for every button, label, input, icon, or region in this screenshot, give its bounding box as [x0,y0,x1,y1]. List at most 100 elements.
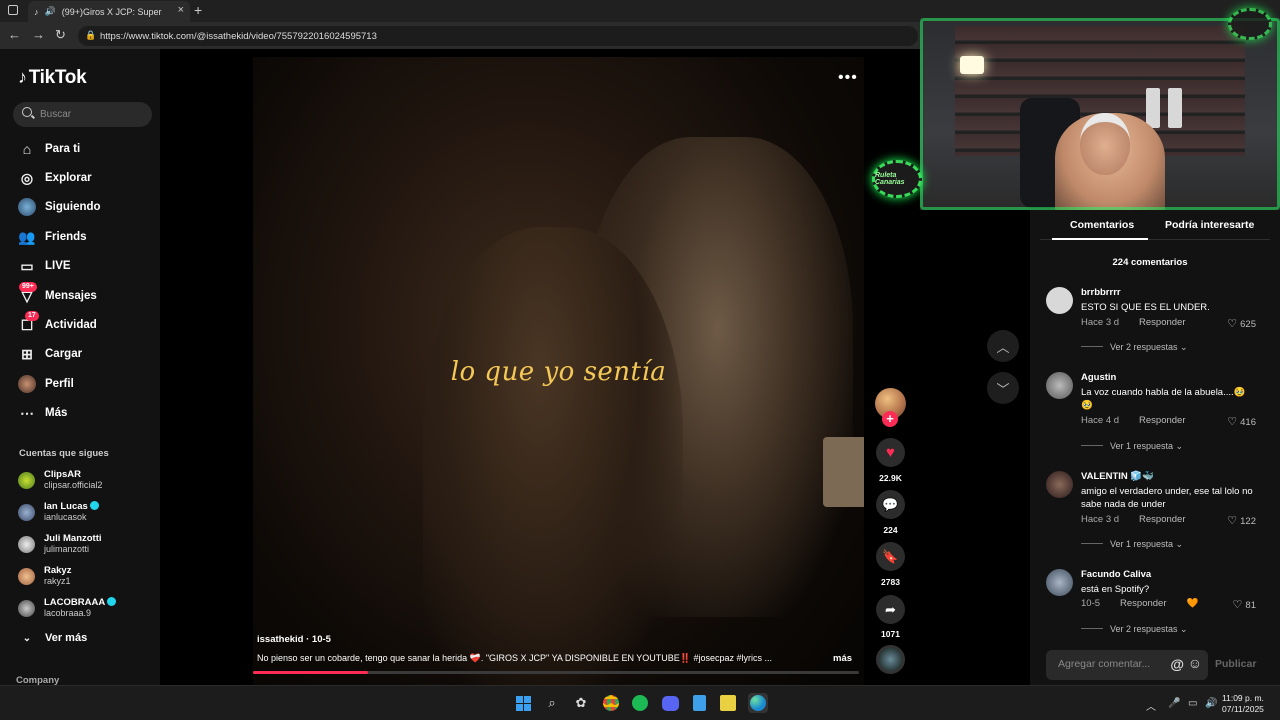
notepad-icon[interactable] [689,693,709,713]
comment-user[interactable]: Facundo Caliva [1081,569,1151,580]
avatar[interactable] [1046,287,1073,314]
avatar[interactable] [1046,471,1073,498]
back-icon[interactable]: ← [8,27,21,42]
windows-start-icon[interactable] [513,693,533,713]
comment-time: 10-5 [1081,598,1101,609]
edge-icon[interactable] [748,693,768,713]
mention-icon[interactable]: @ [1170,656,1184,672]
spotify-icon[interactable] [630,693,650,713]
lock-icon: 🔒 [85,30,97,40]
nav-friends[interactable]: 👥 Friends [18,227,86,247]
discord-icon[interactable] [660,693,680,713]
save-button[interactable]: 🔖 [876,542,905,571]
nav-siguiendo[interactable]: Siguiendo [18,197,101,217]
browser-tab[interactable]: ♪ 🔊 (99+)Giros X JCP: Superando × [28,1,190,22]
following-avatar [18,198,36,216]
comment-user[interactable]: VALENTIN 🧊🐳 [1081,471,1154,482]
address-input[interactable]: 🔒 https://www.tiktok.com/@issathekid/vid… [78,26,918,46]
copilot-icon[interactable]: ✿ [571,693,591,713]
avatar[interactable] [1046,372,1073,399]
following-item[interactable]: LACOBRAAA lacobraaa.9 [18,597,117,619]
view-replies-button[interactable]: Ver 1 respuesta ⌄ [1081,441,1183,452]
next-video-button[interactable]: ﹀ [987,372,1019,404]
following-name: Juli Manzotti [44,533,102,544]
network-icon[interactable]: ▭ [1188,698,1197,709]
view-replies-label: Ver 1 respuesta [1110,539,1174,549]
speaker-icon[interactable]: 🔊 [45,6,56,17]
reply-button[interactable]: Responder [1139,514,1185,525]
new-tab-button[interactable]: + [194,2,202,18]
nav-cargar[interactable]: ⊞ Cargar [18,344,82,364]
following-item[interactable]: Ian Lucas ianlucasok [18,501,99,523]
video-author-line[interactable]: issathekid · 10-5 [257,634,331,645]
comment-input[interactable]: Agregar comentar... @ ☺ [1046,650,1208,680]
nav-actividad[interactable]: ☐ 17 Actividad [18,311,97,335]
poker-chip-decor [1228,8,1272,40]
reload-icon[interactable]: ↻ [55,27,66,43]
avatar [18,503,35,521]
nav-perfil[interactable]: Perfil [18,374,74,394]
comment-like-button[interactable]: ♡ 81 [1233,598,1256,611]
avatar[interactable] [1046,569,1073,596]
search-input[interactable]: Buscar [13,102,152,127]
close-tab-icon[interactable]: × [178,4,184,16]
see-more-button[interactable]: ⌄ Ver más [18,628,87,648]
follow-plus-icon[interactable]: + [882,411,898,427]
show-hidden-icons[interactable]: ︿ [1146,698,1156,713]
search-icon[interactable]: ⌕ [542,693,562,713]
nav-explorar[interactable]: ◎ Explorar [18,168,92,188]
comment-button[interactable]: 💬 [876,490,905,519]
publish-button[interactable]: Publicar [1215,658,1256,670]
comment-like-button[interactable]: ♡ 416 [1227,415,1256,428]
following-item[interactable]: Rakyz rakyz1 [18,565,71,587]
volume-icon[interactable]: 🔊 [1205,698,1217,709]
previous-video-button[interactable]: ︿ [987,330,1019,362]
nav-live[interactable]: ▭ LIVE [18,256,70,276]
share-button[interactable]: ➦ [876,595,905,624]
chrome-icon[interactable] [601,693,621,713]
video-progress-bar[interactable] [253,671,859,674]
url-text: https://www.tiktok.com/@issathekid/video… [100,31,377,42]
view-replies-button[interactable]: Ver 2 respuestas ⌄ [1081,624,1188,635]
nav-label: Siguiendo [45,201,101,213]
microphone-icon[interactable]: 🎤 [1168,698,1180,709]
video-cup [823,437,864,507]
following-name: LACOBRAAA [44,597,106,608]
comment-count: 224 [883,525,898,535]
tab-podria-interesarte[interactable]: Podría interesarte [1165,219,1254,231]
following-item[interactable]: Juli Manzotti julimanzotti [18,533,102,555]
avatar [18,599,35,617]
music-disc-icon[interactable] [876,645,905,674]
emoji-icon[interactable]: ☺ [1188,655,1202,671]
following-name: ClipsAR [44,469,81,480]
following-item[interactable]: ClipsAR clipsar.official2 [18,469,102,491]
tiktok-logo[interactable]: ♪ TikTok [18,67,87,89]
window-menu-icon[interactable] [8,5,18,15]
view-replies-button[interactable]: Ver 2 respuestas ⌄ [1081,342,1188,353]
reply-button[interactable]: Responder [1139,415,1185,426]
photos-icon[interactable] [718,693,738,713]
comment-user[interactable]: Agustin [1081,372,1116,383]
save-count: 2783 [881,577,900,587]
comment-like-count: 625 [1240,319,1256,330]
bookmark-icon: 🔖 [882,548,899,564]
comment-like-button[interactable]: ♡ 625 [1227,317,1256,330]
comment-user[interactable]: brrbbrrrr [1081,287,1121,298]
system-clock[interactable]: 11:09 p. m. 07/11/2025 [1222,693,1264,715]
video-options-icon[interactable]: ••• [838,69,858,87]
reply-button[interactable]: Responder [1139,317,1185,328]
tab-comentarios[interactable]: Comentarios [1070,219,1134,231]
comment-text: amigo el verdadero under, ese tal lolo n… [1081,486,1253,510]
view-replies-button[interactable]: Ver 1 respuesta ⌄ [1081,539,1183,550]
description-more-button[interactable]: más [833,653,852,664]
nav-para-ti[interactable]: ⌂ Para ti [18,139,80,159]
video-frame[interactable]: lo que yo sentía [253,57,864,719]
forward-icon[interactable]: → [32,27,45,42]
logo-text: TikTok [28,67,87,88]
like-button[interactable]: ♥ [876,438,905,467]
comment-like-button[interactable]: ♡ 122 [1227,514,1256,527]
heart-outline-icon: ♡ [1227,515,1238,527]
reply-button[interactable]: Responder [1120,598,1166,609]
nav-mas[interactable]: ⋯ Más [18,403,67,423]
nav-mensajes[interactable]: ▽ 99+ Mensajes [18,282,97,306]
